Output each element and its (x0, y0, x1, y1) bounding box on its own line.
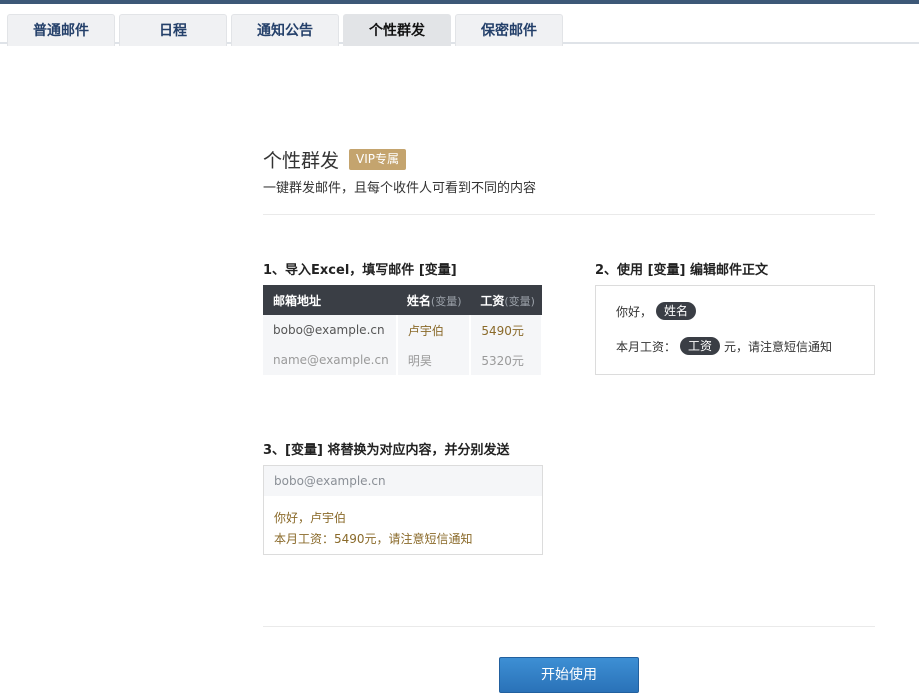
divider-bottom (263, 626, 875, 627)
column-header-name: 姓名(变量) (396, 285, 471, 315)
page-title: 个性群发 (263, 150, 340, 172)
step2-title: 2、使用 [变量] 编辑邮件正文 (595, 263, 768, 278)
table-cell-email: name@example.cn (263, 345, 398, 375)
mail-body-editor-preview: 你好， 姓名 本月工资： 工资 元，请注意短信通知 (595, 285, 875, 375)
variable-tag-salary: 工资 (680, 337, 721, 355)
result-recipient: bobo@example.cn (264, 466, 542, 496)
column-label: 姓名 (406, 293, 431, 308)
page-subtitle: 一键群发邮件，且每个收件人可看到不同的内容 (263, 181, 537, 196)
tab-calendar[interactable]: 日程 (119, 14, 227, 46)
table-cell-name: 明昊 (396, 345, 472, 375)
result-salary-line: 本月工资：5490元，请注意短信通知 (274, 532, 473, 546)
table-row: name@example.cn 明昊 5320元 (263, 345, 543, 375)
table-cell-name: 卢宇伯 (396, 315, 472, 345)
tab-notice[interactable]: 通知公告 (231, 14, 339, 46)
step1-title: 1、导入Excel，填写邮件 [变量] (263, 263, 457, 278)
column-var-tag: (变量) (430, 294, 462, 308)
tab-confidential-mail[interactable]: 保密邮件 (455, 14, 563, 46)
salary-suffix-text: 元，请注意短信通知 (724, 339, 833, 354)
editor-line-greeting: 你好， 姓名 (616, 302, 700, 320)
table-cell-salary: 5320元 (470, 345, 543, 375)
table-cell-salary: 5490元 (470, 315, 543, 345)
column-label: 邮箱地址 (273, 293, 322, 308)
vip-badge: VIP专属 (349, 149, 407, 170)
salary-label-text: 本月工资： (616, 339, 677, 354)
variable-tag-name: 姓名 (656, 302, 697, 320)
step3-title: 3、[变量] 将替换为对应内容，并分别发送 (263, 443, 510, 458)
start-using-button[interactable]: 开始使用 (499, 657, 639, 693)
greeting-text: 你好， (616, 304, 653, 319)
column-header-email: 邮箱地址 (263, 285, 397, 315)
result-greeting: 你好，卢宇伯 (274, 511, 347, 525)
table-row: bobo@example.cn 卢宇伯 5490元 (263, 315, 543, 345)
editor-line-salary: 本月工资： 工资 元，请注意短信通知 (616, 337, 832, 355)
column-var-tag: (变量) (504, 294, 535, 308)
tab-personalized-bulk[interactable]: 个性群发 (343, 14, 451, 46)
table-cell-email: bobo@example.cn (263, 315, 398, 345)
excel-variable-table: 邮箱地址 姓名(变量) 工资(变量) bobo@example.cn 卢宇伯 5… (263, 285, 543, 375)
column-header-salary: 工资(变量) (470, 285, 542, 315)
column-label: 工资 (480, 293, 505, 308)
tab-bar: 普通邮件 日程 通知公告 个性群发 保密邮件 (0, 4, 919, 46)
result-preview-card: bobo@example.cn 你好，卢宇伯 本月工资：5490元，请注意短信通… (263, 465, 543, 555)
title-row: 个性群发 VIP专属 (263, 146, 407, 173)
tab-normal-mail[interactable]: 普通邮件 (7, 14, 115, 46)
divider-top (263, 214, 875, 215)
